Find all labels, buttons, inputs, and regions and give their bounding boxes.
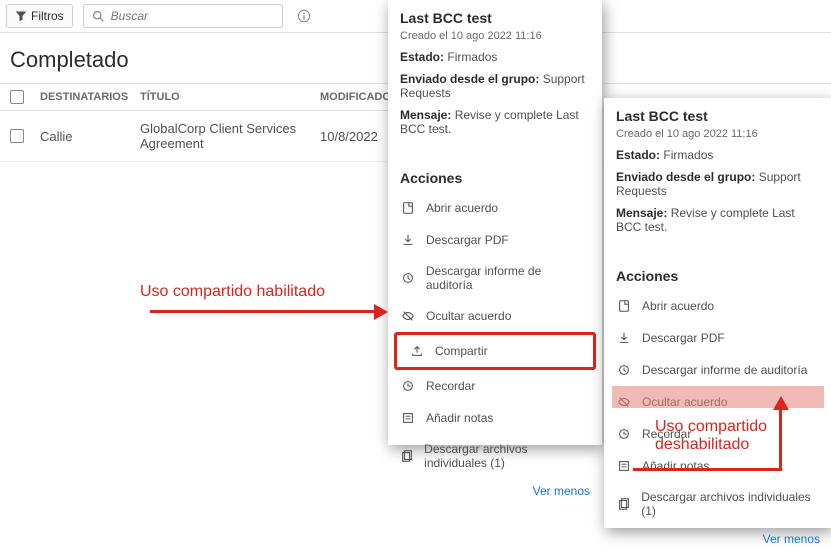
clock-icon — [400, 378, 416, 394]
row-dest: Callie — [40, 129, 140, 144]
action-descargar-individuales[interactable]: Descargar archivos individuales (1) — [388, 434, 602, 478]
action-descargar-individuales-2[interactable]: Descargar archivos individuales (1) — [604, 482, 831, 526]
col-destinatarios[interactable]: DESTINATARIOS — [40, 91, 140, 103]
action-descargar-pdf-2[interactable]: Descargar PDF — [604, 322, 831, 354]
files-icon — [616, 496, 631, 512]
row-titulo: GlobalCorp Client Services Agreement — [140, 121, 320, 151]
action-compartir[interactable]: Compartir — [394, 332, 596, 370]
filter-icon — [15, 10, 27, 22]
arrow-disabled-v — [779, 408, 782, 470]
arrow-disabled-h — [633, 468, 782, 471]
panel1-section-acciones: Acciones — [388, 152, 602, 192]
select-all-checkbox[interactable] — [10, 90, 24, 104]
files-icon — [400, 448, 414, 464]
filters-label: Filtros — [31, 9, 64, 23]
action-anadir-notas-2[interactable]: Añadir notas — [604, 450, 831, 482]
action-descargar-informe[interactable]: Descargar informe de auditoría — [388, 256, 602, 300]
panel2-title: Last BCC test — [616, 108, 820, 124]
action-abrir-acuerdo-2[interactable]: Abrir acuerdo — [604, 290, 831, 322]
arrow-head-enabled — [374, 304, 388, 320]
panel1-title: Last BCC test — [400, 10, 590, 26]
arrow-enabled — [150, 310, 374, 313]
clock-icon — [616, 426, 632, 442]
note-icon — [616, 458, 632, 474]
detail-panel-enabled: Last BCC test Creado el 10 ago 2022 11:1… — [388, 0, 602, 445]
audit-icon — [616, 362, 632, 378]
panel1-estado-val: Firmados — [447, 50, 497, 64]
download-icon — [616, 330, 632, 346]
panel2-section-acciones: Acciones — [604, 250, 831, 290]
panel2-mensaje-label: Mensaje: — [616, 206, 667, 220]
panel2-created: Creado el 10 ago 2022 11:16 — [616, 128, 820, 140]
annotation-enabled: Uso compartido habilitado — [140, 283, 325, 301]
action-ocultar-acuerdo[interactable]: Ocultar acuerdo — [388, 300, 602, 332]
row-checkbox[interactable] — [10, 129, 24, 143]
annotation-disabled: Uso compartido deshabilitado — [655, 418, 767, 453]
panel1-grupo-label: Enviado desde el grupo: — [400, 72, 539, 86]
filters-button[interactable]: Filtros — [6, 4, 73, 28]
download-icon — [400, 232, 416, 248]
action-descargar-pdf[interactable]: Descargar PDF — [388, 224, 602, 256]
panel2-estado-val: Firmados — [663, 148, 713, 162]
disabled-overlay — [612, 386, 824, 408]
document-icon — [400, 200, 416, 216]
ver-menos-link-2[interactable]: Ver menos — [604, 526, 831, 552]
action-descargar-informe-2[interactable]: Descargar informe de auditoría — [604, 354, 831, 386]
document-icon — [616, 298, 632, 314]
panel1-created: Creado el 10 ago 2022 11:16 — [400, 30, 590, 42]
panel2-estado-label: Estado: — [616, 148, 660, 162]
panel1-mensaje-label: Mensaje: — [400, 108, 451, 122]
action-abrir-acuerdo[interactable]: Abrir acuerdo — [388, 192, 602, 224]
audit-icon — [400, 270, 416, 286]
action-recordar[interactable]: Recordar — [388, 370, 602, 402]
info-icon[interactable] — [297, 9, 311, 23]
panel1-estado-label: Estado: — [400, 50, 444, 64]
search-box[interactable] — [83, 4, 283, 28]
arrow-head-disabled — [773, 396, 789, 410]
search-input[interactable] — [111, 9, 274, 23]
detail-panel-disabled: Last BCC test Creado el 10 ago 2022 11:1… — [604, 98, 831, 528]
share-icon — [409, 343, 425, 359]
note-icon — [400, 410, 416, 426]
panel2-grupo-label: Enviado desde el grupo: — [616, 170, 755, 184]
search-icon — [92, 10, 105, 23]
ver-menos-link[interactable]: Ver menos — [388, 478, 602, 504]
col-titulo[interactable]: TÍTULO — [140, 91, 320, 103]
hide-icon — [400, 308, 416, 324]
action-anadir-notas[interactable]: Añadir notas — [388, 402, 602, 434]
